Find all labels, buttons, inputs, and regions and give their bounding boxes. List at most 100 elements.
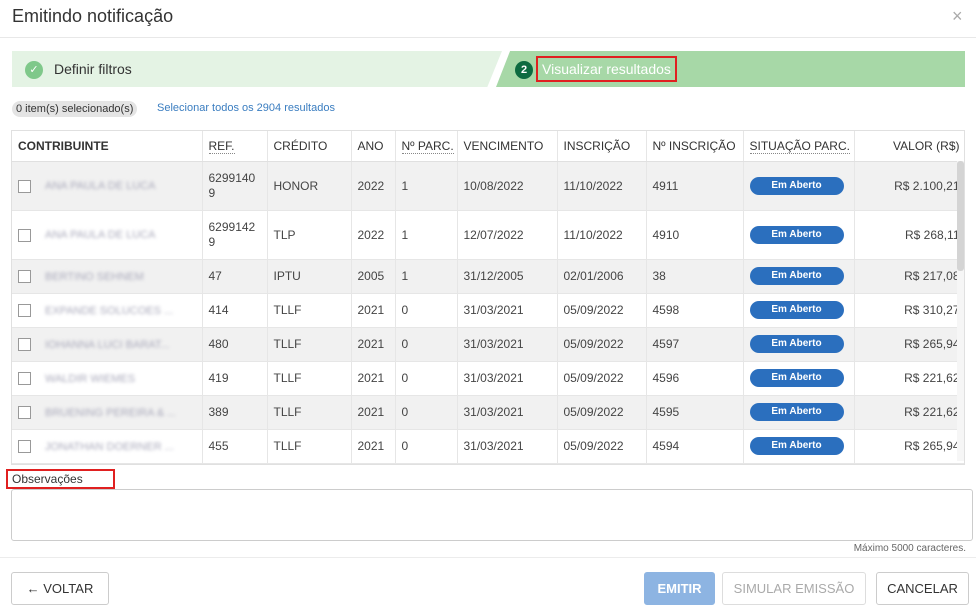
cell-credito: HONOR [267, 161, 352, 211]
header-divider [0, 37, 976, 38]
cell-situacao: Em Aberto [743, 293, 855, 328]
table-header-row: CONTRIBUINTE REF. CRÉDITO ANO Nº PARC. V… [12, 131, 964, 162]
cell-ref: 47 [202, 259, 268, 294]
cell-contribuinte: EXPANDE SOLUCOES ... [12, 293, 203, 328]
cell-ref: 455 [202, 429, 268, 464]
row-checkbox[interactable] [18, 338, 31, 352]
col-header-inscricao[interactable]: INSCRIÇÃO [557, 131, 647, 162]
cell-valor: R$ 265,94 [854, 429, 964, 464]
cell-inscricao: 05/09/2022 [557, 429, 647, 464]
cell-ano: 2021 [351, 293, 396, 328]
scrollbar-thumb[interactable] [957, 161, 964, 271]
cell-parc: 0 [395, 361, 458, 396]
row-checkbox[interactable] [18, 270, 31, 284]
cell-credito: TLP [267, 210, 352, 260]
table-row[interactable]: WALDIR WIEMES 419 TLLF 2021 0 31/03/2021… [12, 361, 964, 396]
cell-contribuinte: BERTINO SEHNEM [12, 259, 203, 294]
cell-parc: 1 [395, 259, 458, 294]
contribuinte-name: EXPANDE SOLUCOES ... [45, 304, 174, 317]
table-row[interactable]: BERTINO SEHNEM 47 IPTU 2005 1 31/12/2005… [12, 259, 964, 294]
col-header-credito[interactable]: CRÉDITO [267, 131, 352, 162]
cell-parc: 0 [395, 395, 458, 430]
simulate-emission-button[interactable]: SIMULAR EMISSÃO [722, 572, 866, 605]
cell-ref: 62991429 [202, 210, 268, 260]
status-badge: Em Aberto [749, 267, 844, 285]
cell-situacao: Em Aberto [743, 327, 855, 362]
cancel-button[interactable]: CANCELAR [876, 572, 969, 605]
cell-vencimento: 31/03/2021 [457, 361, 558, 396]
cell-num-inscricao: 4595 [646, 395, 744, 430]
cell-valor: R$ 2.100,21 [854, 161, 964, 211]
contribuinte-name: WALDIR WIEMES [45, 372, 136, 385]
col-header-parc[interactable]: Nº PARC. [395, 131, 458, 162]
cell-num-inscricao: 4594 [646, 429, 744, 464]
contribuinte-name: JONATHAN DOERNER ... [45, 440, 174, 453]
row-checkbox[interactable] [18, 440, 31, 454]
cell-ano: 2021 [351, 395, 396, 430]
cell-ano: 2022 [351, 161, 396, 211]
cell-credito: IPTU [267, 259, 352, 294]
cell-valor: R$ 221,62 [854, 361, 964, 396]
emit-button[interactable]: EMITIR [644, 572, 715, 605]
cell-situacao: Em Aberto [743, 429, 855, 464]
cell-parc: 0 [395, 429, 458, 464]
close-icon[interactable]: × [952, 6, 963, 27]
table-row[interactable]: ANA PAULA DE LUCA 62991429 TLP 2022 1 12… [12, 210, 964, 260]
back-button[interactable]: ← VOLTAR [11, 572, 109, 605]
observations-textarea[interactable] [11, 489, 973, 541]
wizard-steps: ✓ Definir filtros 2 Visualizar resultado… [12, 51, 965, 87]
table-row[interactable]: EXPANDE SOLUCOES ... 414 TLLF 2021 0 31/… [12, 293, 964, 328]
col-header-ano[interactable]: ANO [351, 131, 396, 162]
step-results-label: Visualizar resultados [536, 56, 677, 82]
table-row[interactable]: ANA PAULA DE LUCA 62991409 HONOR 2022 1 … [12, 161, 964, 211]
cell-inscricao: 05/09/2022 [557, 395, 647, 430]
cell-contribuinte: IOHANNA LUCI BARAT... [12, 327, 203, 362]
cell-vencimento: 31/03/2021 [457, 395, 558, 430]
col-header-contribuinte[interactable]: CONTRIBUINTE [12, 131, 203, 162]
cell-parc: 0 [395, 293, 458, 328]
cell-valor: R$ 310,27 [854, 293, 964, 328]
cell-ano: 2005 [351, 259, 396, 294]
contribuinte-name: BRUENING PEREIRA & ... [45, 406, 175, 419]
cell-contribuinte: WALDIR WIEMES [12, 361, 203, 396]
cell-ref: 480 [202, 327, 268, 362]
observations-char-limit: Máximo 5000 caracteres. [853, 543, 966, 554]
row-checkbox[interactable] [18, 304, 31, 318]
cell-vencimento: 10/08/2022 [457, 161, 558, 211]
cell-num-inscricao: 4596 [646, 361, 744, 396]
status-badge: Em Aberto [749, 225, 844, 244]
col-header-ref[interactable]: REF. [202, 131, 268, 162]
table-row[interactable]: IOHANNA LUCI BARAT... 480 TLLF 2021 0 31… [12, 327, 964, 362]
row-checkbox[interactable] [18, 406, 31, 420]
cell-situacao: Em Aberto [743, 361, 855, 396]
observations-label: Observações [6, 469, 115, 489]
cell-inscricao: 11/10/2022 [557, 210, 647, 260]
select-all-link[interactable]: Selecionar todos os 2904 resultados [157, 102, 335, 114]
status-badge: Em Aberto [749, 335, 844, 353]
cell-contribuinte: BRUENING PEREIRA & ... [12, 395, 203, 430]
col-header-situacao-label: SITUAÇÃO PARC. [749, 138, 850, 154]
col-header-situacao[interactable]: SITUAÇÃO PARC. [743, 131, 855, 162]
cell-ano: 2021 [351, 361, 396, 396]
col-header-num-inscricao[interactable]: Nº INSCRIÇÃO [646, 131, 744, 162]
check-circle-icon: ✓ [25, 61, 43, 79]
table-scrollbar[interactable] [957, 161, 964, 461]
col-header-valor[interactable]: VALOR (R$) [854, 131, 964, 162]
table-row[interactable]: JONATHAN DOERNER ... 455 TLLF 2021 0 31/… [12, 429, 964, 464]
cell-valor: R$ 221,62 [854, 395, 964, 430]
cell-ref: 389 [202, 395, 268, 430]
results-table: CONTRIBUINTE REF. CRÉDITO ANO Nº PARC. V… [11, 130, 965, 465]
table-row[interactable]: BRUENING PEREIRA & ... 389 TLLF 2021 0 3… [12, 395, 964, 430]
row-checkbox[interactable] [18, 179, 31, 193]
cell-parc: 1 [395, 161, 458, 211]
row-checkbox[interactable] [18, 372, 31, 386]
cell-inscricao: 05/09/2022 [557, 327, 647, 362]
cell-situacao: Em Aberto [743, 395, 855, 430]
cell-num-inscricao: 38 [646, 259, 744, 294]
col-header-vencimento[interactable]: VENCIMENTO [457, 131, 558, 162]
contribuinte-name: ANA PAULA DE LUCA [45, 229, 156, 242]
cell-credito: TLLF [267, 293, 352, 328]
status-badge: Em Aberto [749, 403, 844, 421]
row-checkbox[interactable] [18, 228, 31, 242]
cell-ref: 62991409 [202, 161, 268, 211]
